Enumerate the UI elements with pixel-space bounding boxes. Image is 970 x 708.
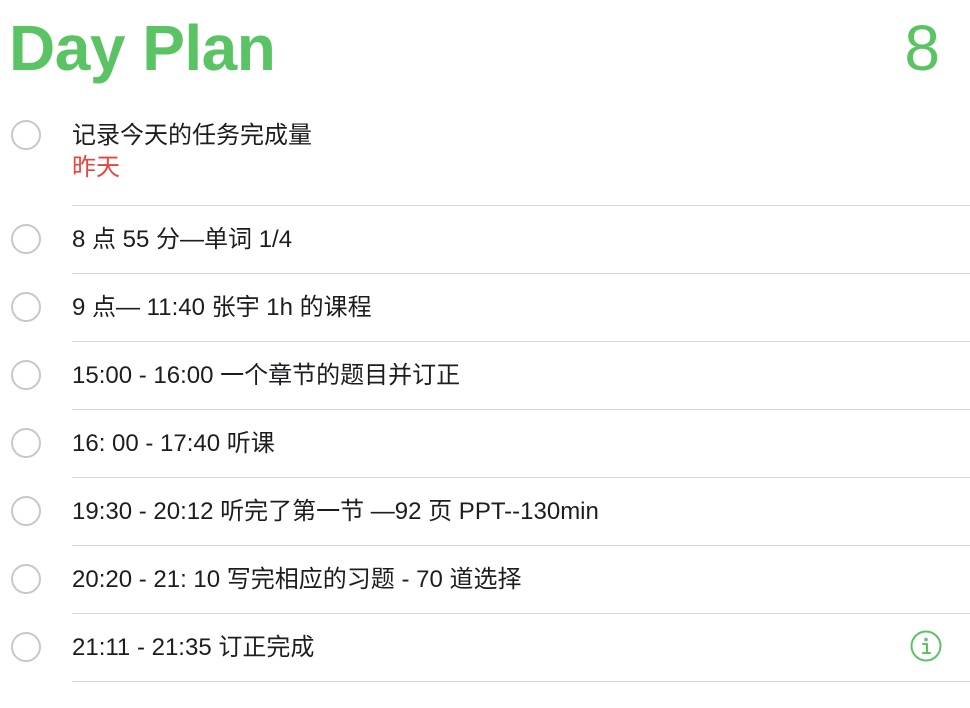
list-item[interactable]: 19:30 - 20:12 听完了第一节 —92 页 PPT--130min (0, 478, 970, 546)
list-item-title[interactable]: 16: 00 - 17:40 听课 (72, 428, 970, 460)
list-item-title[interactable]: 20:20 - 21: 10 写完相应的习题 - 70 道选择 (72, 564, 970, 596)
list-item[interactable]: 20:20 - 21: 10 写完相应的习题 - 70 道选择 (0, 546, 970, 614)
list-item[interactable]: 8 点 55 分—单词 1/4 (0, 206, 970, 274)
complete-checkbox[interactable] (11, 632, 41, 662)
list-item-title[interactable]: 8 点 55 分—单词 1/4 (72, 224, 970, 256)
complete-checkbox[interactable] (11, 224, 41, 254)
list-item-content[interactable]: 记录今天的任务完成量 昨天 (72, 120, 970, 184)
list-item-title[interactable]: 9 点— 11:40 张宇 1h 的课程 (72, 292, 970, 324)
list-item[interactable]: 21:11 - 21:35 订正完成 (0, 614, 970, 682)
list-item-title[interactable]: 19:30 - 20:12 听完了第一节 —92 页 PPT--130min (72, 496, 970, 528)
complete-checkbox[interactable] (11, 564, 41, 594)
reminder-list: 记录今天的任务完成量 昨天 8 点 55 分—单词 1/4 9 点— 11:40… (0, 104, 970, 682)
divider (72, 681, 970, 682)
info-icon-glyph (910, 630, 942, 662)
list-item-content[interactable]: 20:20 - 21: 10 写完相应的习题 - 70 道选择 (72, 564, 970, 596)
list-item-content[interactable]: 15:00 - 16:00 一个章节的题目并订正 (72, 360, 970, 392)
list-item-title[interactable]: 21:11 - 21:35 订正完成 (72, 632, 970, 664)
list-item-content[interactable]: 16: 00 - 17:40 听课 (72, 428, 970, 460)
list-title: Day Plan (9, 12, 276, 84)
list-item-title[interactable]: 15:00 - 16:00 一个章节的题目并订正 (72, 360, 970, 392)
list-item-content[interactable]: 19:30 - 20:12 听完了第一节 —92 页 PPT--130min (72, 496, 970, 528)
list-item-content[interactable]: 21:11 - 21:35 订正完成 (72, 632, 970, 664)
list-item-content[interactable]: 9 点— 11:40 张宇 1h 的课程 (72, 292, 970, 324)
list-item-title[interactable]: 记录今天的任务完成量 (72, 120, 970, 152)
list-item[interactable]: 记录今天的任务完成量 昨天 (0, 104, 970, 206)
complete-checkbox[interactable] (11, 496, 41, 526)
task-count: 8 (904, 12, 940, 84)
list-item[interactable]: 9 点— 11:40 张宇 1h 的课程 (0, 274, 970, 342)
due-date-label: 昨天 (72, 154, 120, 181)
list-item[interactable]: 15:00 - 16:00 一个章节的题目并订正 (0, 342, 970, 410)
list-item[interactable]: 16: 00 - 17:40 听课 (0, 410, 970, 478)
info-icon[interactable] (910, 630, 942, 662)
complete-checkbox[interactable] (11, 120, 41, 150)
list-header: Day Plan 8 (0, 0, 970, 100)
list-item-content[interactable]: 8 点 55 分—单词 1/4 (72, 224, 970, 256)
complete-checkbox[interactable] (11, 360, 41, 390)
complete-checkbox[interactable] (11, 428, 41, 458)
complete-checkbox[interactable] (11, 292, 41, 322)
